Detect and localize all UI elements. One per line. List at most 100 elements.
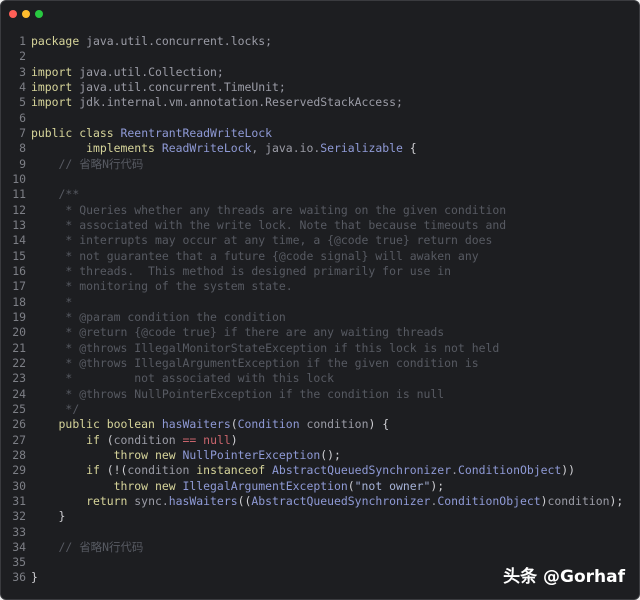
code-token: condition [127, 463, 197, 478]
code-token: ReentrantReadWriteLock [120, 125, 273, 140]
code-line: 3 import java.util.Collection; [1, 65, 623, 80]
code-token: "not owner" [354, 478, 431, 493]
line-number: 17 [12, 279, 26, 294]
code-line: 27 if (condition == null) [1, 433, 623, 448]
code-token: } [31, 570, 38, 585]
traffic-lights [9, 10, 43, 18]
line-code: public boolean hasWaiters(Condition cond… [31, 417, 390, 432]
code-line: 13 * associated with the write lock. Not… [1, 218, 623, 233]
line-number: 20 [12, 325, 26, 340]
close-button[interactable] [9, 10, 17, 18]
code-token: null [196, 432, 231, 447]
line-code: // 省略N行代码 [31, 539, 144, 555]
code-line: 12 * Queries whether any threads are wai… [1, 203, 623, 218]
line-number: 28 [12, 447, 26, 462]
line-number: 3 [19, 64, 26, 79]
code-token: import [31, 64, 73, 79]
line-number: 31 [12, 493, 26, 508]
code-token: hasWaiters [168, 493, 238, 508]
code-token: . [451, 463, 458, 478]
line-code: if (condition == null) [31, 433, 238, 448]
code-token: * @throws IllegalArgumentException if th… [31, 355, 479, 370]
code-line: 30 throw new IllegalArgumentException("n… [1, 479, 623, 494]
line-code: * Queries whether any threads are waitin… [31, 203, 506, 218]
line-code: // 省略N行代码 [31, 157, 144, 172]
code-token: Condition [237, 417, 300, 432]
line-number: 8 [19, 141, 26, 156]
code-line: 11 /** [1, 187, 623, 202]
line-number: 35 [12, 555, 26, 570]
line-number: 25 [12, 401, 26, 416]
line-code: package java.util.concurrent.locks; [31, 34, 272, 49]
code-token: ConditionObject [457, 463, 562, 478]
code-token: java.util.concurrent.locks; [79, 34, 273, 48]
code-line: 34 // 省略N行代码 [1, 540, 623, 555]
line-number: 12 [12, 202, 26, 217]
code-token: java.util.concurrent.TimeUnit; [72, 79, 286, 94]
code-token: if [31, 463, 107, 478]
code-token: implements [31, 141, 162, 156]
code-token: * not guarantee that a future {@code sig… [31, 248, 479, 263]
line-code: } [31, 509, 66, 524]
line-code: */ [31, 402, 79, 417]
code-token: NullPointerException [182, 447, 321, 462]
line-code: } [31, 570, 38, 585]
code-token: ) { [368, 417, 390, 432]
code-token: * threads. This method is designed prima… [31, 263, 452, 278]
code-window: 1 package java.util.concurrent.locks; 2 3 im… [0, 0, 640, 600]
line-code: implements ReadWriteLock, java.io.Serial… [31, 141, 417, 156]
line-code: * associated with the write lock. Note t… [31, 218, 506, 233]
line-code: * monitoring of the system state. [31, 279, 292, 294]
code-line: 7 public class ReentrantReadWriteLock [1, 126, 623, 141]
line-number: 18 [12, 294, 26, 309]
code-line: 25 */ [1, 402, 623, 417]
code-line: 4 import java.util.concurrent.TimeUnit; [1, 80, 623, 95]
code-line: 24 * @throws NullPointerException if the… [1, 387, 623, 402]
code-token: * @throws IllegalMonitorStateException i… [31, 340, 500, 355]
code-token: == [182, 432, 197, 447]
code-token: // 省略N行代码 [31, 539, 144, 554]
code-token: public class [31, 125, 121, 140]
code-token: { [402, 141, 417, 156]
code-line: 33 [1, 525, 623, 540]
code-token: } [31, 509, 66, 524]
code-token: ( [230, 417, 238, 432]
code-token: ); [430, 478, 445, 493]
line-number: 4 [19, 79, 26, 94]
line-code: * @throws IllegalMonitorStateException i… [31, 341, 499, 356]
code-token: Serializable [320, 141, 403, 156]
line-number: 13 [12, 217, 26, 232]
code-line: 16 * threads. This method is designed pr… [1, 264, 623, 279]
line-code: throw new NullPointerException(); [31, 448, 341, 463]
line-number: 32 [12, 509, 26, 524]
line-number: 16 [12, 263, 26, 278]
line-code: * not guarantee that a future {@code sig… [31, 248, 479, 264]
code-line: 9 // 省略N行代码 [1, 157, 623, 172]
minimize-button[interactable] [22, 10, 30, 18]
line-code: * @param condition the condition [31, 310, 285, 325]
line-number: 1 [19, 34, 26, 48]
line-code: throw new IllegalArgumentException("not … [31, 478, 445, 494]
code-line: 19 * @param condition the condition [1, 310, 623, 325]
line-code: * @throws NullPointerException if the co… [31, 387, 444, 402]
code-line: 6 [1, 111, 623, 126]
line-number: 36 [12, 570, 26, 585]
code-line: 20 * @return {@code true} if there are a… [1, 325, 623, 340]
line-code: if (!(condition instanceof AbstractQueue… [31, 463, 575, 478]
code-editor[interactable]: 1 package java.util.concurrent.locks; 2 3 im… [1, 34, 623, 586]
line-code: /** [31, 187, 80, 202]
code-token: ); [609, 493, 624, 508]
line-number: 23 [12, 371, 26, 386]
code-token: public boolean [31, 417, 162, 432]
code-token: if [31, 432, 107, 447]
code-token: IllegalArgumentException [182, 478, 348, 493]
zoom-button[interactable] [35, 10, 43, 18]
code-token: ) [540, 493, 548, 508]
code-line: 10 [1, 172, 623, 187]
line-code: import jdk.internal.vm.annotation.Reserv… [31, 95, 403, 110]
code-line: 15 * not guarantee that a future {@code … [1, 249, 623, 264]
code-token: ReadWriteLock [161, 141, 252, 156]
code-line: 5 import jdk.internal.vm.annotation.Reser… [1, 95, 623, 110]
code-token: throw new [31, 478, 183, 493]
code-token: * not associated with this lock [31, 371, 334, 386]
